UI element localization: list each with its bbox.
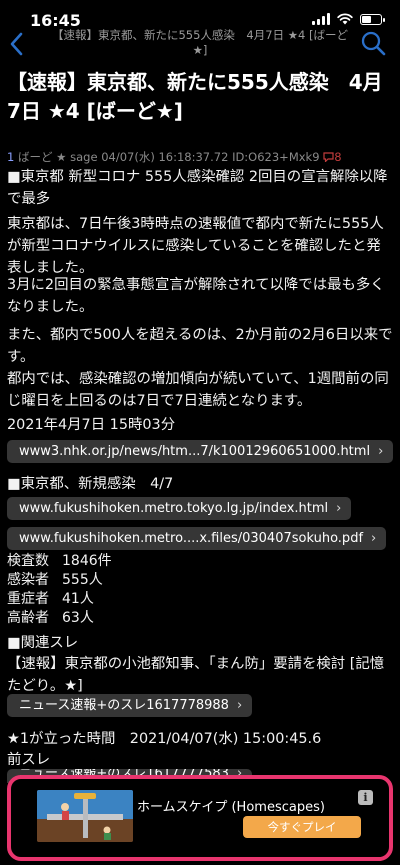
stats-row: 高齢者 63人 xyxy=(7,609,112,628)
post-author: ばーど ★ xyxy=(17,150,67,164)
post-datetime: 04/07(水) 16:18:37.72 xyxy=(101,150,229,164)
prev-thread-label: 前スレ xyxy=(7,752,51,768)
stats-row: 検査数 1846件 xyxy=(7,552,112,571)
post-date-line: 2021年4月7日 15時03分 xyxy=(7,417,176,433)
stats-value: 63人 xyxy=(62,610,94,626)
back-chevron-icon[interactable] xyxy=(6,29,28,59)
link-chip-label: www.fukushihoken.metro....x.files/030407… xyxy=(19,531,364,546)
post-paragraph-3: また、都内で500人を超えるのは、2か月前の2月6日以来です。 xyxy=(7,327,393,365)
link-chip-label: www.fukushihoken.metro.tokyo.lg.jp/index… xyxy=(19,501,329,516)
stats-row: 感染者 555人 xyxy=(7,571,112,590)
thread-title: 【速報】東京都、新たに555人感染 4月7日 ★4 [ばーど★] xyxy=(7,70,383,123)
post-paragraph-4: 都内では、感染確認の増加傾向が続いていて、1週間前の同じ曜日を上回るのは7日で7… xyxy=(7,371,389,409)
stats-label: 重症者 xyxy=(7,591,49,607)
link-chip-nhk[interactable]: www3.nhk.or.jp/news/htm...7/k10012960651… xyxy=(7,440,394,463)
post-mail: sage xyxy=(70,150,98,164)
post-paragraph-1: 東京都は、7日午後3時時点の速報値で都内で新たに555人が新型コロナウイルスに感… xyxy=(7,216,384,276)
related-thread-title: 【速報】東京都の小池都知事、「まん防」要請を検討 [記憶たどり。★] xyxy=(7,656,385,694)
info-icon[interactable]: i xyxy=(358,790,373,805)
link-chip-fukushihoken-pdf[interactable]: www.fukushihoken.metro....x.files/030407… xyxy=(7,527,387,550)
post-header: 1 ばーど ★ sage 04/07(水) 16:18:37.72 ID:O62… xyxy=(7,149,342,165)
chevron-right-icon: › xyxy=(378,444,384,459)
stats-row: 重症者 41人 xyxy=(7,590,112,609)
post-section-heading: ■東京都、新規感染 4/7 xyxy=(7,476,174,492)
stats-value: 41人 xyxy=(62,591,94,607)
ad-thumbnail[interactable] xyxy=(37,790,133,842)
link-chip-related-thread[interactable]: ニュース速報+のスレ1617778988 › xyxy=(7,694,253,717)
ad-title[interactable]: ホームスケイプ (Homescapes) xyxy=(137,796,325,815)
game-illustration-icon xyxy=(37,790,133,842)
reply-bubble-icon xyxy=(323,152,334,163)
link-chip-label: www3.nhk.or.jp/news/htm...7/k10012960651… xyxy=(19,444,371,459)
stats-label: 高齢者 xyxy=(7,610,49,626)
wifi-icon xyxy=(337,13,353,25)
post-paragraph-2: 3月に2回目の緊急事態宣言が解除されて以降では最も多くなりました。 xyxy=(7,277,385,315)
stats-label: 検査数 xyxy=(7,553,49,569)
reply-count[interactable]: 8 xyxy=(334,150,341,164)
status-icons xyxy=(312,13,385,25)
stats-list: 検査数 1846件 感染者 555人 重症者 41人 高齢者 63人 xyxy=(7,552,112,628)
first-thread-time: ★1が立った時間 2021/04/07(水) 15:00:45.6 xyxy=(7,731,322,747)
related-heading: ■関連スレ xyxy=(7,635,79,651)
stats-label: 感染者 xyxy=(7,572,49,588)
link-chip-label: ニュース速報+のスレ1617778988 xyxy=(19,698,229,713)
chevron-right-icon: › xyxy=(236,698,243,713)
link-chip-fukushihoken-index[interactable]: www.fukushihoken.metro.tokyo.lg.jp/index… xyxy=(7,497,352,520)
post-id[interactable]: ID:O623+Mxk9 xyxy=(232,150,319,164)
chevron-right-icon: › xyxy=(336,501,342,516)
status-bar: 16:45 xyxy=(0,0,400,30)
ad-banner[interactable]: ホームスケイプ (Homescapes) i 今すぐプレイ xyxy=(7,775,393,861)
cellular-signal-icon xyxy=(312,13,330,25)
battery-icon xyxy=(360,13,385,25)
nav-bar: 【速報】東京都、新たに555人感染 4月7日 ★4 [ばーど★] xyxy=(0,26,400,62)
post-headline: ■東京都 新型コロナ 555人感染確認 2回目の宣言解除以降で最多 xyxy=(7,169,388,207)
chevron-right-icon: › xyxy=(371,531,377,546)
nav-title: 【速報】東京都、新たに555人感染 4月7日 ★4 [ばーど★] xyxy=(51,28,348,57)
stats-value: 1846件 xyxy=(62,553,112,569)
post-number[interactable]: 1 xyxy=(7,150,14,164)
search-icon[interactable] xyxy=(360,30,386,56)
play-now-button[interactable]: 今すぐプレイ xyxy=(243,816,361,838)
stats-value: 555人 xyxy=(62,572,103,588)
